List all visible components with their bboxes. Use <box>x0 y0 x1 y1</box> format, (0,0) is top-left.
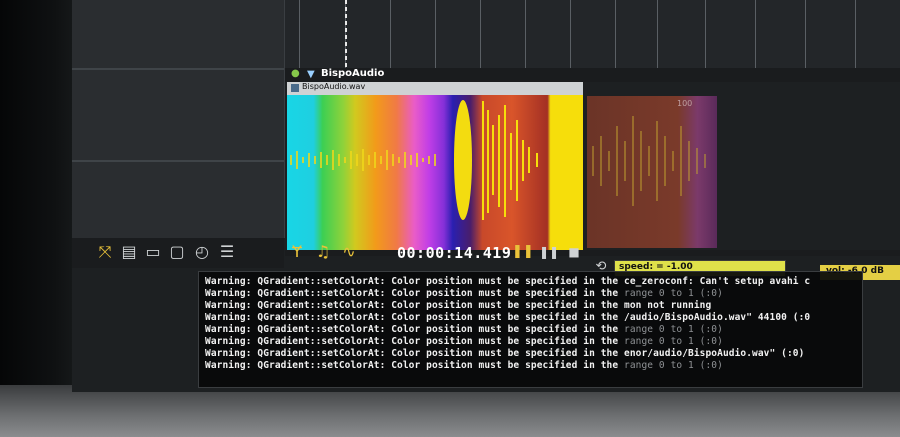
curve-icon[interactable]: ∿ <box>340 243 358 261</box>
history-icon[interactable]: ◴ <box>193 243 211 261</box>
folder-icon[interactable]: ▢ <box>168 243 186 261</box>
left-panel <box>72 0 285 238</box>
chevron-down-icon[interactable]: ▼ <box>307 69 315 80</box>
grid-line <box>480 0 481 72</box>
branch-icon[interactable]: Ɏ <box>288 243 306 261</box>
grid-line <box>570 0 571 72</box>
music-notes-icon[interactable]: ♫ <box>314 243 332 261</box>
panel-divider <box>72 160 284 162</box>
track-header[interactable]: ● ▼ BispoAudio <box>285 68 900 82</box>
background-wall <box>0 385 900 437</box>
ghost-label: 100 <box>677 99 692 108</box>
log-line: Warning: QGradient::setColorAt: Color po… <box>205 312 811 323</box>
graph-icon[interactable]: ▤ <box>120 243 138 261</box>
grid-line <box>615 0 616 72</box>
grid-line <box>299 0 300 72</box>
log-line: Warning: QGradient::setColorAt: Color po… <box>205 276 811 287</box>
playhead[interactable] <box>345 0 347 72</box>
log-line: Warning: QGradient::setColorAt: Color po… <box>205 348 805 359</box>
track-marker-icon: ● <box>291 68 300 79</box>
log-line: Warning: QGradient::setColorAt: Color po… <box>205 336 723 347</box>
log-line: Warning: QGradient::setColorAt: Color po… <box>205 288 723 299</box>
grid-line <box>390 0 391 72</box>
monitor-bezel <box>0 0 78 437</box>
ghost-waveform-svg: 100 <box>587 96 717 248</box>
app-window: ● ▼ BispoAudio BispoAudio.wav 100 ⤧ ▤ ▭ … <box>72 0 900 392</box>
log-line: Warning: QGradient::setColorAt: Color po… <box>205 360 723 371</box>
grid-line <box>855 0 856 72</box>
grid-line <box>755 0 756 72</box>
track-name: BispoAudio <box>321 68 385 79</box>
timecode-display: 00:00:14.419 <box>397 244 512 262</box>
folder-open-icon[interactable]: ▭ <box>144 243 162 261</box>
audio-clip[interactable]: BispoAudio.wav <box>287 82 583 250</box>
grid-line <box>705 0 706 72</box>
transport-toolbar: ⤧ ▤ ▭ ▢ ◴ ☰ Ɏ ♫ ∿ 00:00:14.419 ❚❚ ❚❚ ■ ⟲… <box>72 238 900 280</box>
clip-waveform[interactable] <box>287 95 583 250</box>
grid-line <box>435 0 436 72</box>
clip-name: BispoAudio.wav <box>302 82 366 91</box>
grid-line <box>525 0 526 72</box>
log-console[interactable]: Warning: QGradient::setColorAt: Color po… <box>198 271 863 388</box>
fit-view-icon[interactable]: ⤧ <box>96 243 114 261</box>
pause-icon[interactable]: ❚❚ <box>512 243 534 261</box>
list-icon[interactable]: ☰ <box>218 243 236 261</box>
log-line: Warning: QGradient::setColorAt: Color po… <box>205 324 723 335</box>
timeline-ruler[interactable] <box>285 0 900 72</box>
clip-ghost-preview: 100 <box>587 96 717 248</box>
pause-button-icon[interactable]: ❚❚ <box>539 243 559 261</box>
clip-icon <box>291 84 299 92</box>
panel-divider <box>72 68 284 70</box>
clip-title-bar[interactable]: BispoAudio.wav <box>287 82 583 95</box>
grid-line <box>805 0 806 72</box>
waveform-svg <box>287 95 583 250</box>
stop-icon[interactable]: ■ <box>565 243 583 261</box>
grid-line <box>657 0 658 72</box>
log-line: Warning: QGradient::setColorAt: Color po… <box>205 300 712 311</box>
